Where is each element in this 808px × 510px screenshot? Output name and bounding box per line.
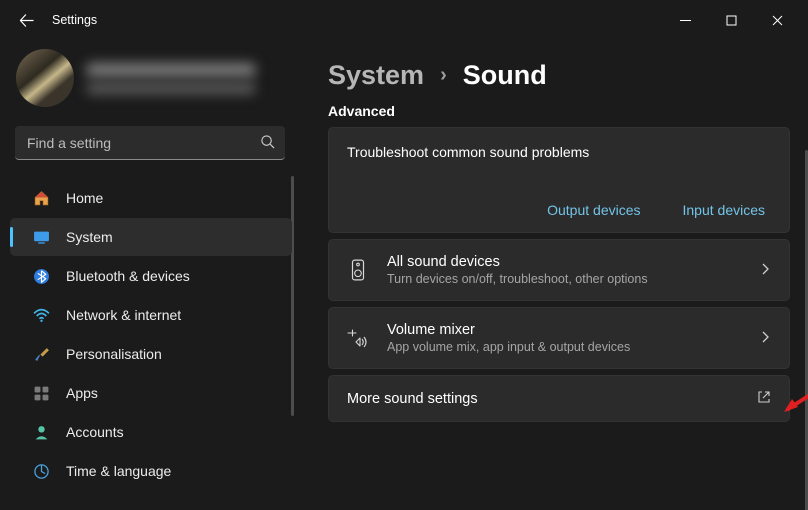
apps-icon	[32, 385, 50, 402]
home-icon	[32, 190, 50, 207]
sidebar-item-system[interactable]: System	[10, 218, 292, 256]
sidebar-item-network[interactable]: Network & internet	[10, 296, 292, 334]
maximize-button[interactable]	[708, 4, 754, 36]
sidebar-item-label: Time & language	[66, 463, 171, 479]
nav: Home System Bluetooth & devices Network …	[0, 172, 300, 510]
sidebar-item-label: Network & internet	[66, 307, 181, 323]
open-external-icon	[757, 390, 771, 407]
sidebar-item-label: Home	[66, 190, 103, 206]
speaker-icon	[347, 259, 369, 281]
sidebar-scrollbar[interactable]	[291, 176, 294, 416]
content: Troubleshoot common sound problems Outpu…	[300, 127, 800, 438]
sidebar-item-label: Accounts	[66, 424, 124, 440]
card-title: More sound settings	[347, 391, 478, 407]
close-button[interactable]	[754, 4, 800, 36]
titlebar: Settings	[0, 0, 808, 40]
card-troubleshoot: Troubleshoot common sound problems Outpu…	[328, 127, 790, 233]
sidebar-item-home[interactable]: Home	[10, 179, 292, 217]
monitor-icon	[32, 229, 50, 246]
sidebar-item-label: Bluetooth & devices	[66, 268, 190, 284]
maximize-icon	[726, 15, 737, 26]
link-input-devices[interactable]: Input devices	[683, 202, 766, 218]
section-heading: Advanced	[300, 97, 800, 127]
troubleshoot-links: Output devices Input devices	[347, 202, 771, 218]
window-controls	[662, 4, 800, 36]
window-title: Settings	[52, 13, 97, 27]
breadcrumb: System › Sound	[300, 40, 800, 97]
minimize-icon	[680, 15, 691, 26]
sidebar-item-bluetooth[interactable]: Bluetooth & devices	[10, 257, 292, 295]
user-text	[86, 63, 256, 94]
paintbrush-icon	[32, 346, 50, 363]
chevron-right-icon: ›	[440, 64, 447, 87]
troubleshoot-title: Troubleshoot common sound problems	[347, 144, 771, 160]
card-title: All sound devices	[387, 254, 648, 270]
main: System › Sound Advanced Troubleshoot com…	[300, 40, 808, 510]
sidebar-item-label: System	[66, 229, 113, 245]
sidebar-item-time[interactable]: Time & language	[10, 452, 292, 490]
wifi-icon	[32, 307, 50, 324]
search-icon	[260, 134, 275, 152]
card-title: Volume mixer	[387, 322, 630, 338]
card-more-sound-settings[interactable]: More sound settings	[328, 375, 790, 422]
link-output-devices[interactable]: Output devices	[547, 202, 640, 218]
sidebar-item-accounts[interactable]: Accounts	[10, 413, 292, 451]
bluetooth-icon	[32, 268, 50, 285]
breadcrumb-parent[interactable]: System	[328, 60, 424, 91]
card-subtitle: App volume mix, app input & output devic…	[387, 340, 630, 354]
card-subtitle: Turn devices on/off, troubleshoot, other…	[387, 272, 648, 286]
card-volume-mixer[interactable]: Volume mixer App volume mix, app input &…	[328, 307, 790, 369]
chevron-right-icon	[759, 330, 771, 346]
sidebar: Home System Bluetooth & devices Network …	[0, 40, 300, 510]
back-button[interactable]	[8, 2, 44, 38]
search-wrap	[15, 126, 285, 160]
mixer-icon	[347, 328, 369, 348]
sidebar-item-label: Personalisation	[66, 346, 162, 362]
close-icon	[772, 15, 783, 26]
person-icon	[32, 424, 50, 441]
card-all-sound-devices[interactable]: All sound devices Turn devices on/off, t…	[328, 239, 790, 301]
chevron-right-icon	[759, 262, 771, 278]
globe-clock-icon	[32, 463, 50, 480]
breadcrumb-current: Sound	[463, 60, 547, 91]
search-input[interactable]	[15, 126, 285, 160]
sidebar-item-personalisation[interactable]: Personalisation	[10, 335, 292, 373]
minimize-button[interactable]	[662, 4, 708, 36]
avatar	[16, 49, 74, 107]
arrow-left-icon	[19, 13, 34, 28]
user-profile[interactable]	[0, 48, 300, 118]
sidebar-item-apps[interactable]: Apps	[10, 374, 292, 412]
sidebar-item-label: Apps	[66, 385, 98, 401]
